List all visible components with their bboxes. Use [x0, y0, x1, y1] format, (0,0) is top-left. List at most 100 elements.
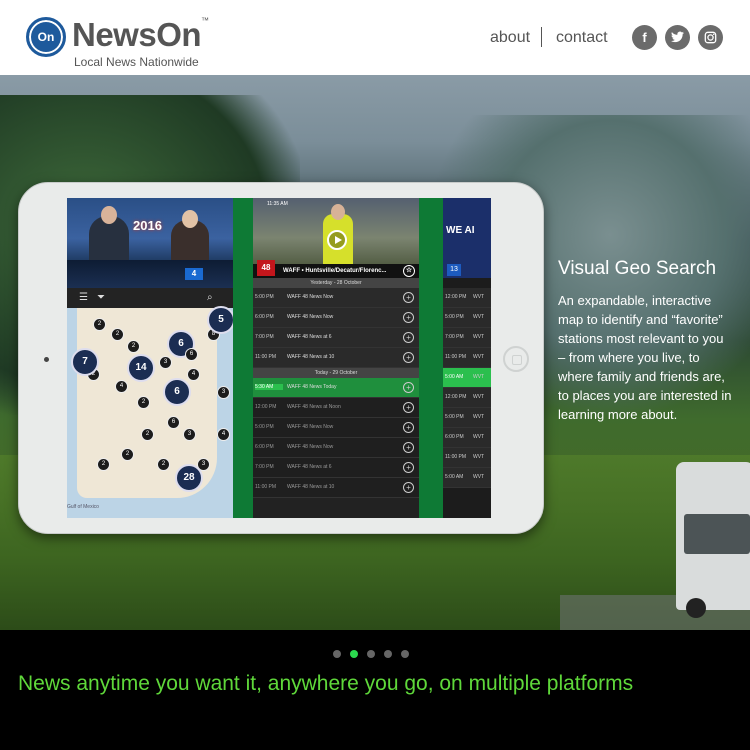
- add-program-icon[interactable]: +: [403, 442, 414, 453]
- map-station-pin[interactable]: 2: [137, 396, 150, 409]
- schedule-row[interactable]: 5:00 PM WAFF 48 News Now +: [253, 418, 419, 438]
- add-program-icon[interactable]: +: [403, 482, 414, 493]
- map-station-pin[interactable]: 5: [207, 306, 235, 334]
- second-station-video[interactable]: WE AI 13: [443, 198, 491, 278]
- schedule-program-name: WVT: [473, 334, 485, 340]
- map-station-pin[interactable]: 2: [97, 458, 110, 471]
- second-station-logo: 13: [447, 264, 461, 276]
- map-station-pin[interactable]: 6: [167, 416, 180, 429]
- twitter-icon[interactable]: [665, 25, 690, 50]
- schedule-row[interactable]: 5:00 AM WVT: [443, 368, 491, 388]
- schedule-row[interactable]: 6:00 PM WAFF 48 News Now +: [253, 308, 419, 328]
- add-program-icon[interactable]: +: [403, 462, 414, 473]
- schedule-panel: 11:35 AM 48 WAFF • Huntsville/Decatur/Fl…: [253, 198, 419, 518]
- add-program-icon[interactable]: +: [403, 292, 414, 303]
- instagram-icon[interactable]: [698, 25, 723, 50]
- schedule-program-name: WAFF 48 News Now: [287, 294, 334, 300]
- schedule-row[interactable]: 11:00 PM WAFF 48 News at 10 +: [253, 478, 419, 498]
- map-panel: 2016 4 ☰ ⏷ ⌕ Gulf of Mexico 222636824264…: [67, 198, 235, 518]
- schedule-row[interactable]: 6:00 PM WAFF 48 News Now +: [253, 438, 419, 458]
- add-program-icon[interactable]: +: [403, 312, 414, 323]
- map-station-pin[interactable]: 4: [187, 368, 200, 381]
- schedule-program-name: WAFF 48 News at 6: [287, 464, 332, 470]
- add-program-icon[interactable]: +: [403, 422, 414, 433]
- schedule-time: 5:30 AM: [255, 384, 283, 390]
- schedule-row[interactable]: 5:00 PM WVT: [443, 308, 491, 328]
- map-station-pin[interactable]: 2: [121, 448, 134, 461]
- schedule-row[interactable]: 11:00 PM WVT: [443, 348, 491, 368]
- slogan: News anytime you want it, anywhere you g…: [18, 672, 634, 695]
- station-map[interactable]: Gulf of Mexico 2 2 2 6 3 6 8 2 4 2 6 4 3 6 2 3 2 2 3 4 5 7 2 14…: [67, 306, 235, 518]
- map-station-pin[interactable]: 3: [217, 386, 230, 399]
- video-caption: WE AI: [446, 225, 475, 236]
- schedule-row[interactable]: 12:00 PM WVT: [443, 288, 491, 308]
- carousel-dot[interactable]: [384, 650, 392, 658]
- carousel-dot[interactable]: [350, 650, 358, 658]
- add-program-icon[interactable]: +: [403, 402, 414, 413]
- facebook-icon[interactable]: f: [632, 25, 657, 50]
- schedule-time: 6:00 PM: [255, 314, 274, 320]
- add-program-icon[interactable]: +: [403, 352, 414, 363]
- schedule-program-name: WVT: [473, 394, 485, 400]
- carousel-dot[interactable]: [333, 650, 341, 658]
- schedule-row[interactable]: 7:00 PM WAFF 48 News at 6 +: [253, 458, 419, 478]
- brand-name[interactable]: NewsOn™: [72, 16, 209, 54]
- map-station-pin[interactable]: 4: [115, 380, 128, 393]
- schedule-row[interactable]: 12:00 PM WAFF 48 News at Noon +: [253, 398, 419, 418]
- footer-band: News anytime you want it, anywhere you g…: [0, 630, 750, 750]
- schedule-time: 12:00 PM: [255, 404, 277, 410]
- list-icon[interactable]: ☰: [79, 292, 88, 303]
- map-station-pin[interactable]: 14: [127, 354, 155, 382]
- schedule-time: 11:00 PM: [445, 354, 467, 360]
- schedule-row[interactable]: 5:00 PM WAFF 48 News Now +: [253, 288, 419, 308]
- map-station-pin[interactable]: 6: [185, 348, 198, 361]
- schedule-time: 5:00 AM: [445, 374, 464, 380]
- carousel-dot[interactable]: [367, 650, 375, 658]
- add-program-icon[interactable]: +: [403, 332, 414, 343]
- newson-logo-icon[interactable]: On: [26, 17, 66, 57]
- status-time: 11:35 AM: [267, 201, 288, 207]
- second-station-panel: WE AI 13 12:00 PM WVT 5:00 PM WVT 7:00 PM WVT…: [443, 198, 491, 518]
- schedule-row[interactable]: 5:30 AM WAFF 48 News Today +: [253, 378, 419, 398]
- nav-about-link[interactable]: about: [490, 29, 530, 47]
- map-station-pin[interactable]: 3: [183, 428, 196, 441]
- schedule-row[interactable]: 11:00 PM WVT: [443, 448, 491, 468]
- schedule-row[interactable]: 7:00 PM WVT: [443, 328, 491, 348]
- schedule-row[interactable]: 5:00 PM WVT: [443, 408, 491, 428]
- map-station-pin[interactable]: 2: [93, 318, 106, 331]
- add-program-icon[interactable]: +: [403, 382, 414, 393]
- studio-logo: 2016: [133, 218, 162, 233]
- map-station-pin[interactable]: 2: [111, 328, 124, 341]
- schedule-row[interactable]: 11:00 PM WAFF 48 News at 10 +: [253, 348, 419, 368]
- schedule-program-name: WVT: [473, 354, 485, 360]
- filter-icon[interactable]: ⏷: [97, 292, 105, 303]
- schedule-time: 6:00 PM: [255, 444, 274, 450]
- schedule-row[interactable]: 6:00 PM WVT: [443, 428, 491, 448]
- carousel-dot[interactable]: [401, 650, 409, 658]
- map-station-pin[interactable]: 4: [217, 428, 230, 441]
- station-logo: 48: [257, 260, 275, 276]
- channel-badge: 4: [185, 268, 203, 280]
- map-station-pin[interactable]: 7: [71, 348, 99, 376]
- search-icon[interactable]: ⌕: [207, 292, 213, 303]
- map-station-pin[interactable]: 28: [175, 464, 203, 492]
- schedule-row[interactable]: 12:00 PM WVT: [443, 388, 491, 408]
- ipad-camera: [44, 357, 49, 362]
- map-station-pin[interactable]: 3: [159, 356, 172, 369]
- schedule-program-name: WAFF 48 News at 10: [287, 484, 335, 490]
- schedule-program-name: WAFF 48 News at Noon: [287, 404, 341, 410]
- schedule-time: 11:00 PM: [255, 484, 277, 490]
- map-station-pin[interactable]: 2: [157, 458, 170, 471]
- map-station-pin[interactable]: 2: [127, 340, 140, 353]
- nav-contact-link[interactable]: contact: [556, 29, 608, 47]
- schedule-program-name: WVT: [473, 414, 485, 420]
- map-station-pin[interactable]: 2: [141, 428, 154, 441]
- schedule-row[interactable]: 5:00 AM WVT: [443, 468, 491, 488]
- map-station-pin[interactable]: 6: [163, 378, 191, 406]
- schedule-program-name: WVT: [473, 454, 485, 460]
- schedule-program-name: WVT: [473, 294, 485, 300]
- station-video[interactable]: 11:35 AM 48 WAFF • Huntsville/Decatur/Fl…: [253, 198, 419, 278]
- play-icon[interactable]: [327, 230, 347, 250]
- favorite-star-icon[interactable]: ☆: [403, 265, 415, 277]
- schedule-row[interactable]: 7:00 PM WAFF 48 News at 6 +: [253, 328, 419, 348]
